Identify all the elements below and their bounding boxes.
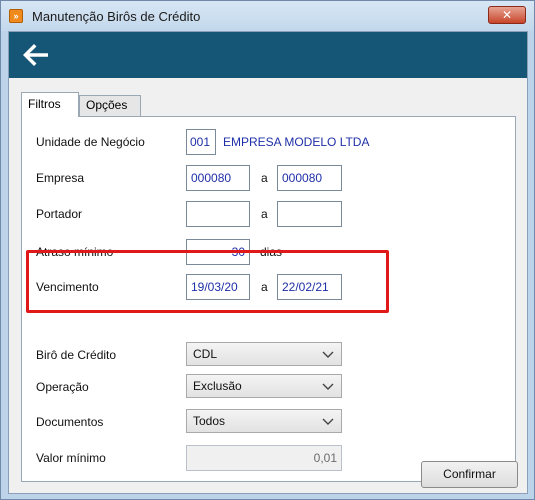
biro-selected-value: CDL	[193, 347, 218, 361]
empresa-label: Empresa	[36, 171, 85, 185]
unidade-code-field[interactable]: 001	[186, 129, 216, 155]
tab-opcoes[interactable]: Opções	[79, 95, 141, 116]
biro-select[interactable]: CDL	[186, 342, 342, 366]
portador-to-field[interactable]	[277, 201, 342, 227]
biro-label: Birô de Crédito	[36, 348, 117, 362]
close-button[interactable]: ✕	[488, 6, 526, 24]
operacao-label: Operação	[36, 380, 89, 394]
tab-filtros[interactable]: Filtros	[21, 92, 79, 117]
chevron-down-icon	[322, 383, 334, 390]
empresa-separator: a	[261, 171, 268, 185]
back-arrow-icon[interactable]	[19, 40, 51, 70]
client-area: Filtros Opções Unidade de Negócio 001 EM…	[8, 31, 528, 494]
valor-minimo-field[interactable]: 0,01	[186, 445, 342, 471]
portador-label: Portador	[36, 207, 83, 221]
documentos-label: Documentos	[36, 415, 104, 429]
chevron-down-icon	[322, 418, 334, 425]
empresa-to-field[interactable]: 000080	[277, 165, 342, 191]
portador-separator: a	[261, 207, 268, 221]
main-window: » Manutenção Birôs de Crédito ✕ Filtros …	[0, 0, 535, 500]
highlight-box	[26, 250, 389, 313]
operacao-selected-value: Exclusão	[193, 379, 242, 393]
operacao-select[interactable]: Exclusão	[186, 374, 342, 398]
documentos-selected-value: Todos	[193, 414, 226, 428]
unidade-label: Unidade de Negócio	[36, 135, 145, 149]
portador-from-field[interactable]	[186, 201, 250, 227]
documentos-select[interactable]: Todos	[186, 409, 342, 433]
title-bar: » Manutenção Birôs de Crédito ✕	[1, 1, 534, 31]
valor-minimo-label: Valor mínimo	[36, 451, 106, 465]
empresa-from-field[interactable]: 000080	[186, 165, 250, 191]
confirm-button[interactable]: Confirmar	[421, 461, 518, 488]
app-icon: »	[9, 9, 23, 23]
chevron-down-icon	[322, 351, 334, 358]
unidade-name: EMPRESA MODELO LTDA	[223, 135, 370, 149]
header-bar	[9, 32, 527, 78]
window-title: Manutenção Birôs de Crédito	[32, 9, 201, 24]
